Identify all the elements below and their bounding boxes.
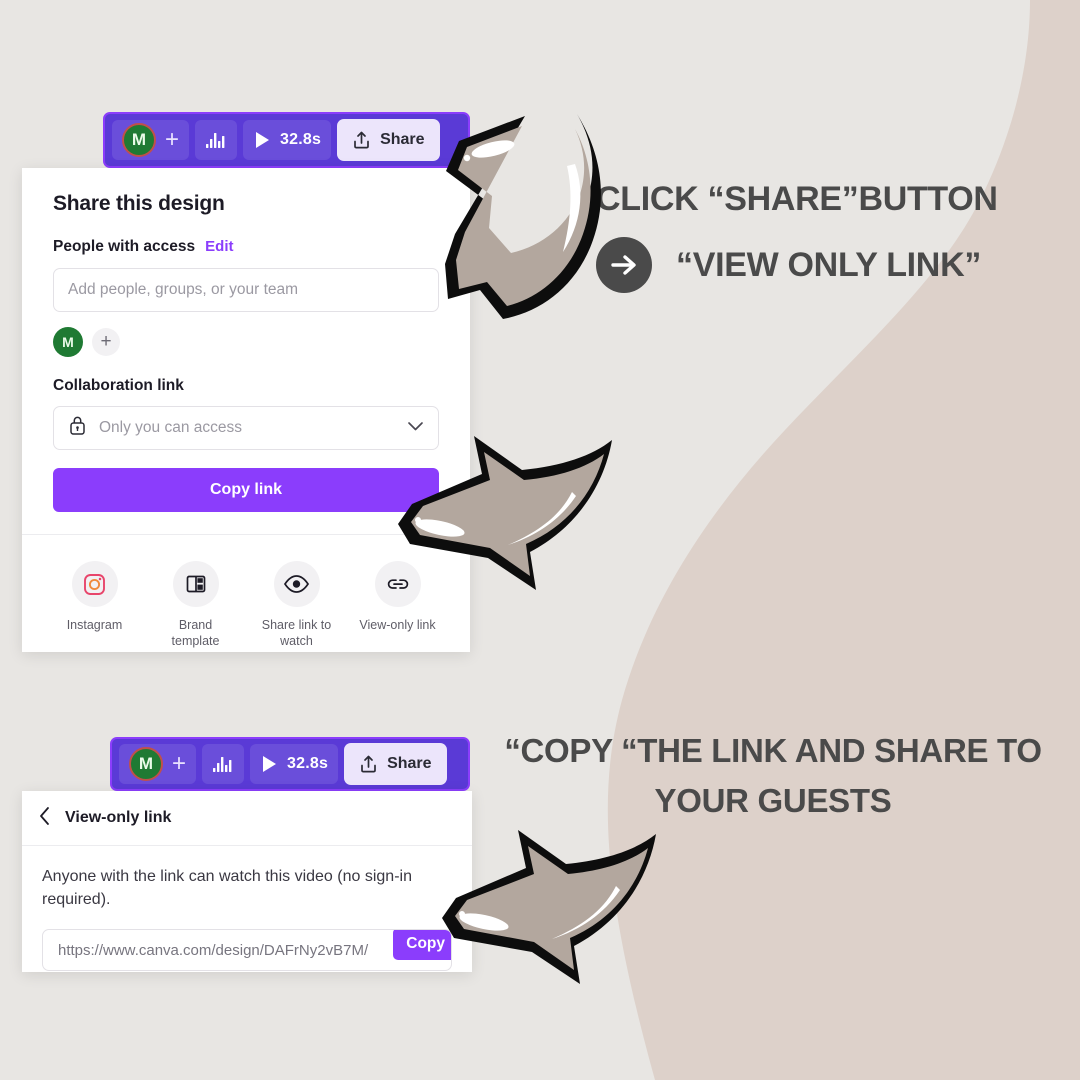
- duration-label: 32.8s: [280, 131, 322, 148]
- poster-canvas: M + 32.8s Share Share this design People…: [0, 0, 1080, 1080]
- share-button-label: Share: [387, 755, 432, 772]
- copy-link-button[interactable]: Copy link: [53, 468, 439, 512]
- background-blob: [607, 0, 1080, 1080]
- toolbar-people-group[interactable]: M +: [112, 120, 190, 160]
- lock-icon: [68, 415, 87, 441]
- copy-url-button[interactable]: Copy: [393, 930, 451, 961]
- upload-share-icon: [352, 130, 371, 150]
- bar-chart-icon: [212, 754, 234, 774]
- people-with-access-label: People with access: [53, 238, 196, 255]
- view-only-link-panel: View-only link Anyone with the link can …: [22, 791, 472, 972]
- toolbar-analytics-button[interactable]: [195, 120, 238, 160]
- instruction-step2-line1: “COPY “THE LINK AND SHARE TO: [504, 732, 1042, 769]
- edit-access-link[interactable]: Edit: [205, 238, 233, 255]
- add-people-placeholder: Add people, groups, or your team: [68, 281, 299, 298]
- toolbar-preview-group[interactable]: 32.8s: [250, 744, 339, 784]
- eye-icon: [273, 561, 320, 607]
- add-people-button[interactable]: +: [172, 752, 186, 776]
- instruction-step1-line1: CLICK “SHARE”BUTTON: [596, 180, 998, 218]
- collaboration-link-label: Collaboration link: [53, 377, 184, 394]
- link-icon: [374, 561, 421, 607]
- toolbar-analytics-button[interactable]: [202, 744, 245, 784]
- share-options-row: Instagram Brand template Share link to w…: [22, 535, 470, 649]
- brand-template-icon: [172, 561, 219, 607]
- instruction-step-1: CLICK “SHARE”BUTTON “VIEW ONLY LINK”: [596, 180, 1080, 293]
- duration-label: 32.8s: [287, 755, 329, 772]
- share-button-label: Share: [380, 131, 425, 148]
- share-option-label: View-only link: [359, 618, 436, 632]
- access-level-value: Only you can access: [99, 419, 243, 436]
- panel-title: Share this design: [53, 192, 225, 215]
- view-only-title: View-only link: [65, 809, 172, 826]
- share-this-design-panel: Share this design People with access Edi…: [22, 168, 470, 652]
- share-button[interactable]: Share: [344, 743, 447, 785]
- member-avatar[interactable]: M: [53, 327, 83, 357]
- add-member-button[interactable]: +: [92, 328, 120, 356]
- upload-share-icon: [359, 754, 378, 774]
- chevron-down-icon: [407, 419, 424, 437]
- view-only-description: Anyone with the link can watch this vide…: [42, 868, 412, 908]
- canva-toolbar-top: M + 32.8s Share: [103, 112, 470, 168]
- view-only-header: View-only link: [22, 791, 472, 845]
- view-only-url-field[interactable]: https://www.canva.com/design/DAFrNy2vB7M…: [42, 929, 452, 972]
- share-option-label: Brand template: [171, 618, 220, 648]
- play-icon: [260, 754, 278, 774]
- avatar[interactable]: M: [129, 747, 163, 781]
- canva-toolbar-bottom: M + 32.8s Share: [110, 737, 470, 791]
- share-option-label: Instagram: [66, 618, 123, 632]
- instruction-step1-line2: “VIEW ONLY LINK”: [676, 245, 982, 284]
- toolbar-preview-group[interactable]: 32.8s: [243, 120, 332, 160]
- share-option-view-only-link[interactable]: View-only link: [347, 561, 448, 649]
- add-people-input[interactable]: Add people, groups, or your team: [53, 268, 439, 312]
- share-option-link-to-watch[interactable]: Share link to watch: [246, 561, 347, 649]
- instruction-step2-line2: YOUR GUESTS: [654, 782, 892, 819]
- bar-chart-icon: [205, 130, 227, 150]
- share-button[interactable]: Share: [337, 119, 440, 161]
- instruction-step-2: “COPY “THE LINK AND SHARE TO YOUR GUESTS: [466, 732, 1080, 820]
- play-icon: [253, 130, 271, 150]
- share-option-brand-template[interactable]: Brand template: [145, 561, 246, 649]
- instagram-icon: [71, 561, 118, 607]
- share-option-instagram[interactable]: Instagram: [44, 561, 145, 649]
- share-option-label: Share link to watch: [261, 618, 332, 648]
- arrow-right-circle-icon: [596, 237, 652, 293]
- access-level-select[interactable]: Only you can access: [53, 406, 439, 450]
- chevron-left-icon[interactable]: [38, 806, 51, 831]
- toolbar-people-group[interactable]: M +: [119, 744, 197, 784]
- add-people-button[interactable]: +: [165, 128, 179, 152]
- avatar[interactable]: M: [122, 123, 156, 157]
- view-only-url-value: https://www.canva.com/design/DAFrNy2vB7M…: [58, 941, 369, 959]
